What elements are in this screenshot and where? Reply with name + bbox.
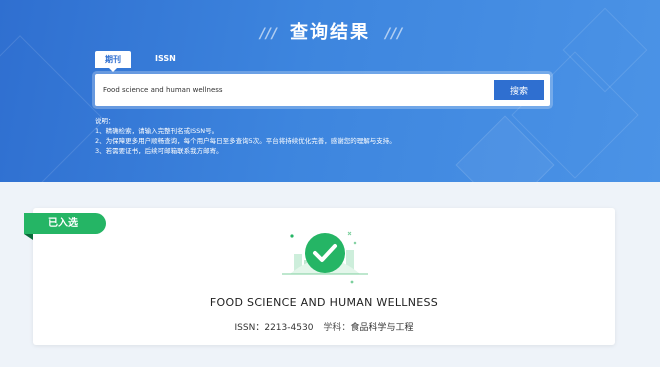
tab-issn[interactable]: ISSN	[145, 51, 186, 68]
instructions-heading: 说明：	[95, 117, 115, 125]
instruction-item: 3、若需要证书，后续可邮箱联系我方邮寄。	[95, 147, 223, 155]
status-badge: 已入选	[24, 213, 106, 234]
search-button[interactable]: 搜索	[494, 80, 544, 100]
tab-journal[interactable]: 期刊	[95, 51, 131, 72]
journal-name: FOOD SCIENCE AND HUMAN WELLNESS	[209, 296, 439, 309]
instruction-item: 1、精确检索，请输入完整刊名或ISSN号。	[95, 127, 219, 135]
page-title: 查询结果	[290, 22, 370, 43]
title-slashes-right: / / /	[385, 26, 402, 42]
subject-label: 学科：	[323, 323, 351, 333]
instructions: 说明： 1、精确检索，请输入完整刊名或ISSN号。 2、为保障更多用户顺畅查询，…	[95, 116, 396, 156]
ribbon-fold	[24, 234, 33, 240]
check-circle-icon	[280, 224, 370, 286]
issn-value: 2213-4530	[264, 323, 314, 333]
search-tabs: 期刊 ISSN	[95, 51, 186, 72]
decor-square	[0, 35, 105, 182]
subject-value: 食品科学与工程	[350, 323, 414, 333]
header-banner: / / / 查询结果 / / / 期刊 ISSN 搜索 说明： 1、精确检索，请…	[0, 0, 660, 182]
journal-meta: ISSN：2213-4530 学科：食品科学与工程	[33, 320, 615, 333]
issn-label: ISSN：	[234, 323, 265, 333]
search-box: 搜索	[95, 74, 550, 106]
instruction-item: 2、为保障更多用户顺畅查询，每个用户每日至多查询5次。平台将持续优化完善，感谢您…	[95, 137, 396, 145]
title-slashes-left: / / /	[259, 26, 277, 42]
search-input[interactable]	[103, 82, 483, 98]
